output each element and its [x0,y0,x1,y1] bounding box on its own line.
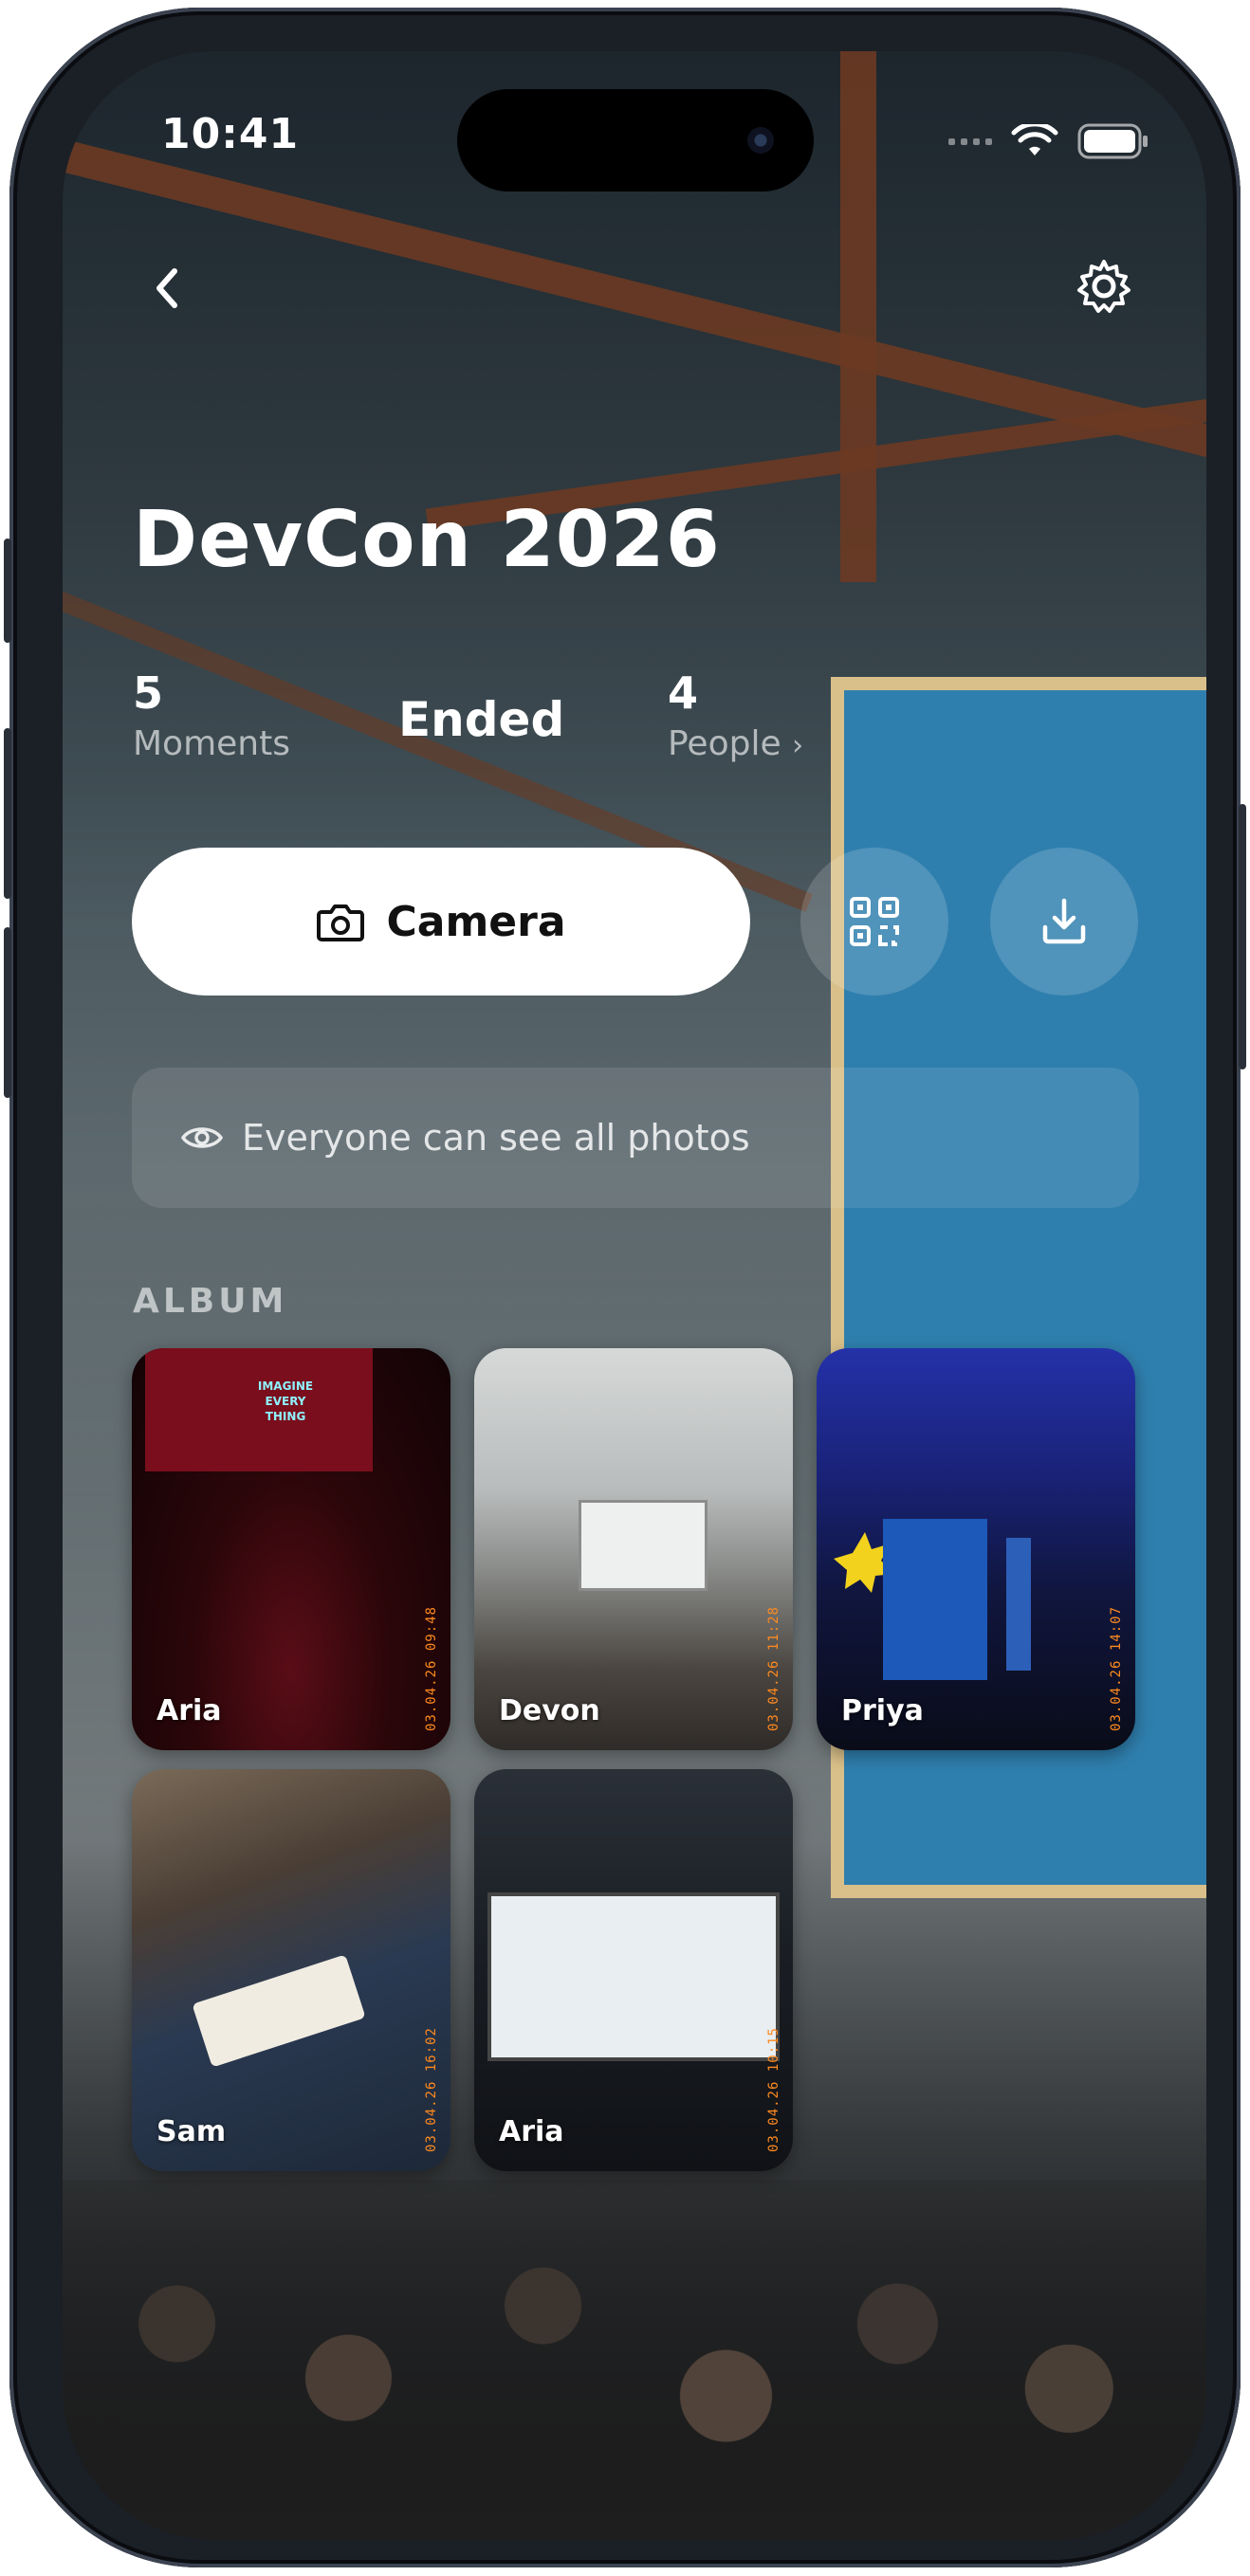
album-photo[interactable]: 03.04.26 14:07 Priya [817,1348,1135,1750]
chevron-right-icon: › [792,729,804,762]
photo-timestamp: 03.04.26 11:28 [766,1605,781,1731]
people-stat[interactable]: 4 People › [668,667,803,763]
photo-author: Sam [156,2115,227,2148]
chevron-left-icon [156,268,177,308]
moments-label: Moments [133,724,290,763]
photo-timestamp: 03.04.26 14:07 [1109,1605,1124,1731]
front-camera-icon [747,127,774,154]
battery-icon [1077,123,1148,159]
volume-up-button [4,728,11,899]
back-button[interactable] [148,260,186,320]
dynamic-island [457,89,814,192]
photo-timestamp: 03.04.26 09:48 [424,1605,439,1731]
qr-code-button[interactable] [800,848,948,996]
stage-sign-text: IMAGINE EVERY THING [257,1379,314,1423]
moments-count: 5 [133,667,164,719]
camera-button[interactable]: Camera [132,848,750,996]
album-photo[interactable]: 03.04.26 10:15 Aria [474,1769,793,2171]
photo-timestamp: 03.04.26 16:02 [424,2026,439,2152]
gear-icon [1077,260,1131,313]
people-count: 4 [668,667,699,719]
eye-icon [181,1127,223,1148]
download-icon [1042,898,1086,944]
people-label: People [668,724,781,763]
signal-icon [948,137,992,145]
qr-code-icon [850,897,899,946]
album-heading: ALBUM [133,1282,288,1321]
album-photo[interactable]: 03.04.26 11:28 Devon [474,1348,793,1750]
photo-author: Aria [499,2115,564,2148]
camera-button-label: Camera [386,897,566,946]
status-icons [948,123,1149,159]
stage-screen: IMAGINE EVERY THING [145,1348,373,1471]
phone-frame: 10:41 DevCon 2026 5 Moments Ended 4 Peop… [4,8,1246,2567]
status-time: 10:41 [161,110,300,158]
wifi-icon [1011,124,1058,155]
moments-stat: 5 Moments [133,667,290,763]
event-status: Ended [398,692,565,747]
visibility-banner: Everyone can see all photos [132,1068,1139,1208]
volume-down-button [4,927,11,1098]
album-photo[interactable]: 03.04.26 16:02 Sam [132,1769,450,2171]
settings-button[interactable] [1074,256,1134,320]
event-title: DevCon 2026 [133,495,721,585]
action-button [4,539,11,643]
photo-timestamp: 03.04.26 10:15 [766,2026,781,2152]
album-photo[interactable]: IMAGINE EVERY THING 03.04.26 09:48 Aria [132,1348,450,1750]
power-button [1239,804,1246,1069]
app-screen: 10:41 DevCon 2026 5 Moments Ended 4 Peop… [63,51,1206,2540]
visibility-text: Everyone can see all photos [242,1117,750,1159]
photo-author: Devon [499,1694,600,1727]
camera-icon [317,904,365,941]
photo-author: Priya [841,1694,924,1727]
photo-author: Aria [156,1694,222,1727]
download-button[interactable] [990,848,1138,996]
